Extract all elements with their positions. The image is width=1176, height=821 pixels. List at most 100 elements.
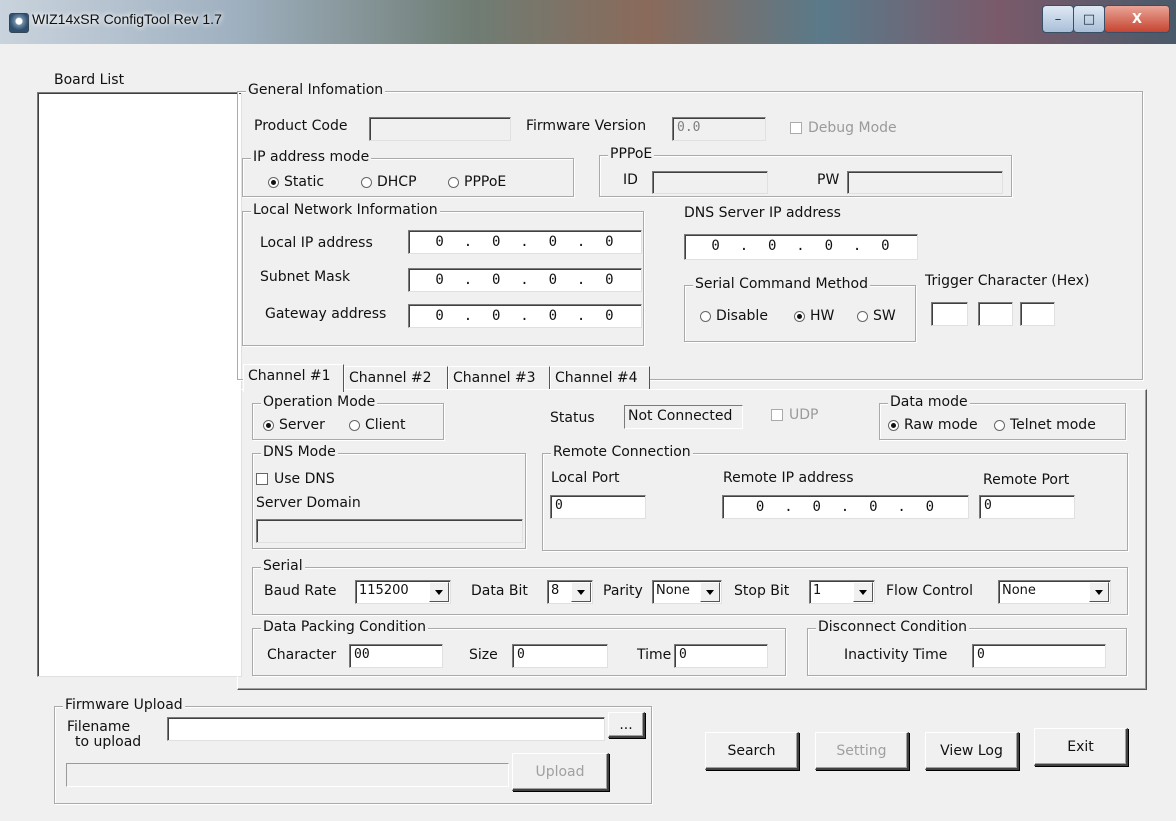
tab-channel-3[interactable]: Channel #3 <box>448 366 550 390</box>
data-bit-value: 8 <box>551 583 560 598</box>
serial-cmd-sw-label: SW <box>873 308 896 324</box>
firmware-version-label: Firmware Version <box>526 118 647 134</box>
baud-rate-select[interactable]: 115200 <box>355 580 451 604</box>
ip-mode-dhcp-radio[interactable]: DHCP <box>361 174 417 190</box>
product-code-label: Product Code <box>254 118 348 134</box>
packing-size-field[interactable]: 0 <box>512 644 608 668</box>
trigger-char-1-field[interactable] <box>931 302 968 326</box>
flow-control-select[interactable]: None <box>998 580 1111 604</box>
minimize-button[interactable]: – <box>1042 5 1074 33</box>
firmware-version-field[interactable]: 0.0 <box>672 117 766 141</box>
udp-box <box>771 409 783 421</box>
radio-dot <box>361 176 372 188</box>
dns-mode-title: DNS Mode <box>261 444 338 460</box>
remote-port-label: Remote Port <box>983 472 1070 488</box>
stop-bit-select[interactable]: 1 <box>809 580 875 604</box>
product-code-field[interactable] <box>369 117 511 141</box>
serial-cmd-hw-radio[interactable]: HW <box>794 308 834 324</box>
radio-dot <box>349 419 360 431</box>
server-domain-field[interactable] <box>256 519 523 543</box>
dns-server-ip-field[interactable]: 0 . 0 . 0 . 0 <box>684 234 918 260</box>
remote-port-field[interactable]: 0 <box>979 495 1075 519</box>
trigger-character-label: Trigger Character (Hex) <box>925 273 1090 289</box>
local-ip-field[interactable]: 0 . 0 . 0 . 0 <box>408 230 642 254</box>
ip-mode-pppoe-radio[interactable]: PPPoE <box>448 174 506 190</box>
tab-channel-2[interactable]: Channel #2 <box>344 366 448 390</box>
operation-client-radio[interactable]: Client <box>349 417 406 433</box>
inactivity-time-field[interactable]: 0 <box>972 644 1106 668</box>
view-log-button[interactable]: View Log <box>925 732 1019 770</box>
debug-mode-box <box>790 122 802 134</box>
trigger-char-2-field[interactable] <box>978 302 1013 326</box>
radio-dot <box>888 419 899 431</box>
firmware-upload-title: Firmware Upload <box>63 697 185 713</box>
search-button[interactable]: Search <box>705 732 799 770</box>
packing-character-field[interactable]: 00 <box>349 644 443 668</box>
exit-button[interactable]: Exit <box>1034 728 1128 766</box>
setting-button[interactable]: Setting <box>815 732 909 770</box>
window-title: WIZ14xSR ConfigTool Rev 1.7 <box>32 11 222 27</box>
pppoe-pw-field[interactable] <box>847 171 1003 194</box>
gateway-address-field[interactable]: 0 . 0 . 0 . 0 <box>408 304 642 328</box>
local-port-field[interactable]: 0 <box>550 495 646 519</box>
packing-size-label: Size <box>469 647 498 663</box>
trigger-char-3-field[interactable] <box>1020 302 1055 326</box>
close-button[interactable]: X <box>1104 5 1170 33</box>
data-packing-condition-title: Data Packing Condition <box>261 619 428 635</box>
operation-mode-title: Operation Mode <box>261 394 378 410</box>
upload-button[interactable]: Upload <box>512 753 609 791</box>
subnet-mask-label: Subnet Mask <box>260 269 351 285</box>
board-list[interactable] <box>37 92 242 677</box>
board-list-label: Board List <box>54 72 125 88</box>
inactivity-time-label: Inactivity Time <box>844 647 948 663</box>
udp-checkbox[interactable]: UDP <box>771 407 818 423</box>
remote-ip-field[interactable]: 0 . 0 . 0 . 0 <box>722 495 969 519</box>
stop-bit-value: 1 <box>813 583 822 598</box>
app-window: WIZ14xSR ConfigTool Rev 1.7 – □ X Board … <box>0 0 1176 821</box>
filename-label-line-2: to upload <box>75 734 142 750</box>
serial-cmd-disable-radio[interactable]: Disable <box>700 308 768 324</box>
use-dns-box <box>256 473 268 485</box>
local-ip-label: Local IP address <box>260 235 373 251</box>
server-domain-label: Server Domain <box>256 495 361 511</box>
subnet-mask-field[interactable]: 0 . 0 . 0 . 0 <box>408 268 642 292</box>
chevron-down-icon[interactable] <box>429 582 449 602</box>
debug-mode-checkbox[interactable]: Debug Mode <box>790 120 897 136</box>
browse-button[interactable]: ... <box>608 712 645 738</box>
radio-dot <box>857 310 868 322</box>
maximize-button[interactable]: □ <box>1073 5 1105 33</box>
serial-command-method-title: Serial Command Method <box>693 276 870 292</box>
operation-server-radio[interactable]: Server <box>263 417 325 433</box>
radio-dot <box>263 419 274 431</box>
chevron-down-icon[interactable] <box>571 582 591 602</box>
pppoe-title: PPPoE <box>608 146 655 162</box>
udp-label: UDP <box>789 407 819 423</box>
packing-time-field[interactable]: 0 <box>674 644 768 668</box>
data-bit-label: Data Bit <box>471 583 528 599</box>
use-dns-checkbox[interactable]: Use DNS <box>256 471 335 487</box>
ip-mode-static-radio[interactable]: Static <box>268 174 324 190</box>
serial-cmd-hw-label: HW <box>810 308 835 324</box>
firmware-filename-field[interactable] <box>167 717 605 741</box>
operation-client-label: Client <box>365 417 406 433</box>
data-mode-telnet-radio[interactable]: Telnet mode <box>994 417 1096 433</box>
radio-dot <box>994 419 1005 431</box>
parity-select[interactable]: None <box>652 580 722 604</box>
chevron-down-icon[interactable] <box>853 582 873 602</box>
serial-cmd-sw-radio[interactable]: SW <box>857 308 896 324</box>
parity-value: None <box>656 583 690 598</box>
tab-channel-4[interactable]: Channel #4 <box>550 366 650 390</box>
client-area: Board List General Infomation Product Co… <box>12 44 1172 814</box>
upload-progress-bar <box>66 763 509 787</box>
data-mode-telnet-label: Telnet mode <box>1010 417 1096 433</box>
tab-channel-1[interactable]: Channel #1 <box>243 364 344 392</box>
data-bit-select[interactable]: 8 <box>547 580 593 604</box>
serial-title: Serial <box>261 558 305 574</box>
pppoe-id-field[interactable] <box>652 171 768 194</box>
radio-dot <box>794 310 805 322</box>
data-mode-raw-radio[interactable]: Raw mode <box>888 417 978 433</box>
title-bar[interactable]: WIZ14xSR ConfigTool Rev 1.7 – □ X <box>0 0 1176 44</box>
chevron-down-icon[interactable] <box>1089 582 1109 602</box>
data-mode-raw-label: Raw mode <box>904 417 978 433</box>
chevron-down-icon[interactable] <box>700 582 720 602</box>
